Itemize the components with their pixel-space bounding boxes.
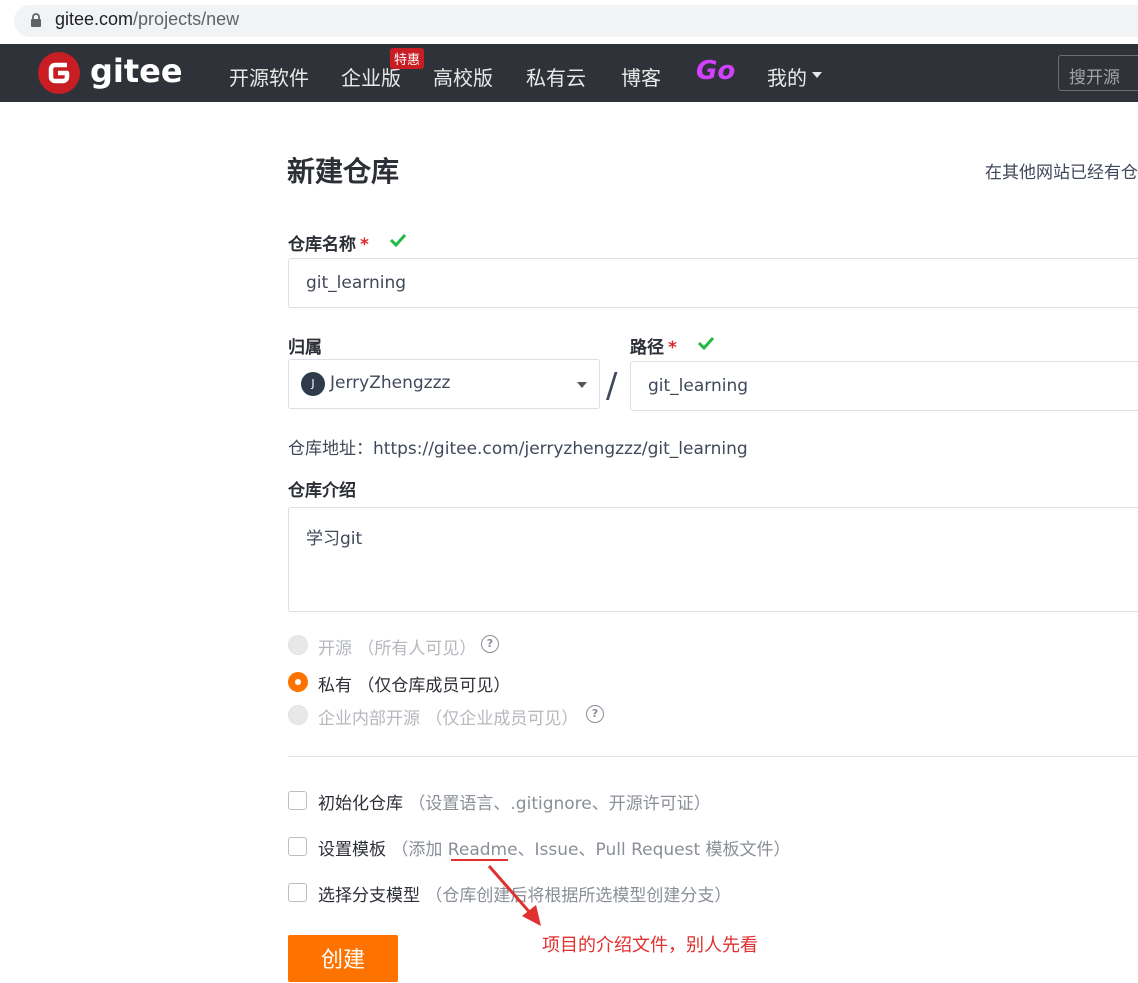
browser-url-bar: gitee.com/projects/new <box>0 0 1138 44</box>
search-placeholder: 搜开源 <box>1069 68 1120 88</box>
chevron-down-icon[interactable] <box>812 72 822 78</box>
url-domain: gitee.com <box>55 9 134 29</box>
nav-mine[interactable]: 我的 <box>767 62 807 91</box>
path-separator: / <box>606 366 618 406</box>
checkbox-template[interactable] <box>288 837 307 856</box>
path-label: 路径 * <box>630 333 677 358</box>
owner-label: 归属 <box>288 338 322 358</box>
promo-badge: 特惠 <box>390 48 425 69</box>
radio-public[interactable] <box>288 635 308 655</box>
url-path: /projects/new <box>133 9 240 29</box>
visibility-enterprise-label: 企业内部开源 （仅企业成员可见） <box>318 709 579 729</box>
create-button[interactable]: 创建 <box>288 935 398 982</box>
intro-label: 仓库介绍 <box>288 481 356 501</box>
path-label-text: 路径 <box>630 338 664 358</box>
repo-name-label-text: 仓库名称 <box>288 235 356 255</box>
radio-enterprise[interactable] <box>288 705 308 725</box>
option-branch-model-hint: （仓库创建后将根据所选模型创建分支） <box>425 886 732 906</box>
visibility-public-label: 开源 （所有人可见） <box>318 639 477 659</box>
help-icon[interactable]: ? <box>586 705 604 723</box>
intro-textarea[interactable]: 学习git <box>288 507 1138 612</box>
repo-name-value: git_learning <box>306 273 407 293</box>
option-branch-model-label: 选择分支模型 <box>318 886 420 906</box>
avatar: J <box>301 372 325 396</box>
lock-icon <box>31 13 41 27</box>
owner-select[interactable]: J JerryZhengzzz <box>288 359 600 409</box>
option-init-repo-text: 初始化仓库 （设置语言、.gitignore、开源许可证） <box>318 789 711 814</box>
option-branch-model-text: 选择分支模型 （仓库创建后将根据所选模型创建分支） <box>318 881 731 906</box>
check-icon <box>389 233 407 247</box>
visibility-private-label: 私有 （仅仓库成员可见） <box>318 676 511 696</box>
nav-open-source[interactable]: 开源软件 <box>229 62 309 91</box>
nav-private-cloud[interactable]: 私有云 <box>526 62 586 91</box>
top-nav: gitee 开源软件 企业版 特惠 高校版 私有云 博客 Go 我的 搜开源 <box>0 44 1138 102</box>
page-title: 新建仓库 <box>287 155 400 188</box>
required-mark: * <box>668 338 677 358</box>
check-icon <box>697 336 715 350</box>
radio-private[interactable] <box>288 672 308 692</box>
chevron-down-icon <box>577 382 587 388</box>
option-init-repo-hint: （设置语言、.gitignore、开源许可证） <box>408 794 711 814</box>
nav-go[interactable]: Go <box>696 56 735 86</box>
owner-value: JerryZhengzzz <box>330 373 451 393</box>
nav-blog[interactable]: 博客 <box>621 62 661 91</box>
gitee-logo-text[interactable]: gitee <box>90 52 183 90</box>
intro-value: 学习git <box>306 529 363 549</box>
option-init-repo-label: 初始化仓库 <box>318 794 403 814</box>
divider <box>288 756 1138 757</box>
path-input[interactable]: git_learning <box>630 361 1138 411</box>
gitee-logo-icon[interactable] <box>38 52 80 94</box>
option-template-hint: （添加 Readme、Issue、Pull Request 模板文件） <box>391 840 791 860</box>
url-text[interactable]: gitee.com/projects/new <box>55 9 239 30</box>
nav-education[interactable]: 高校版 <box>433 62 493 91</box>
search-input[interactable]: 搜开源 <box>1058 55 1138 91</box>
option-template-text: 设置模板 （添加 Readme、Issue、Pull Request 模板文件） <box>318 835 791 860</box>
checkbox-branch-model[interactable] <box>288 883 307 902</box>
option-template-label: 设置模板 <box>318 840 386 860</box>
repo-name-label: 仓库名称 * <box>288 230 369 255</box>
annotation-text: 项目的介绍文件，别人先看 <box>542 935 758 956</box>
help-icon[interactable]: ? <box>481 635 499 653</box>
repo-name-input[interactable]: git_learning <box>288 258 1138 308</box>
checkbox-init-repo[interactable] <box>288 791 307 810</box>
path-value: git_learning <box>648 376 749 396</box>
import-repo-link[interactable]: 在其他网站已经有仓 <box>985 158 1138 183</box>
required-mark: * <box>360 235 369 255</box>
repo-address: 仓库地址：https://gitee.com/jerryzhengzzz/git… <box>288 439 748 459</box>
